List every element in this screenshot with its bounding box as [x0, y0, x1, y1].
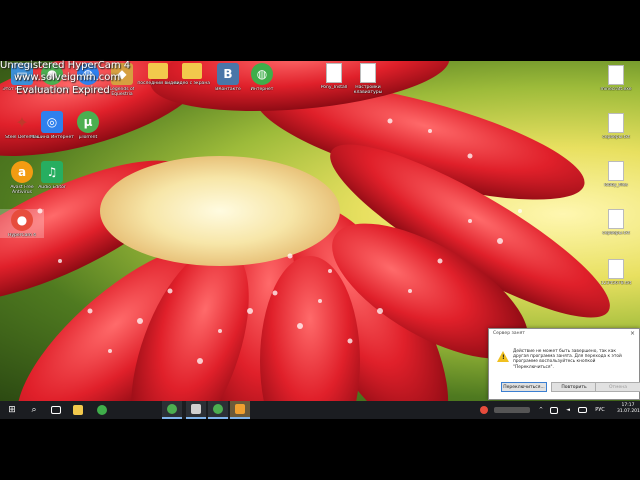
globe-icon	[97, 405, 107, 415]
taskbar: ⊞ ⌕ ^ ◄ РУС 17:17 31.07.201	[0, 401, 640, 419]
document-icon	[608, 161, 624, 181]
letterbox-top	[0, 0, 640, 61]
desktop-icon-internet[interactable]: ◍ Интернет	[240, 63, 284, 92]
network-icon	[550, 406, 558, 414]
desktop-icon-keyboard-settings[interactable]: Настройки клавиатуры	[346, 63, 390, 95]
document-icon	[326, 63, 342, 83]
folder-icon	[182, 63, 202, 79]
taskbar-app-game[interactable]	[230, 401, 250, 419]
desktop-icon-right-doc-2[interactable]: серверы.txt	[594, 113, 638, 140]
taskbar-app-globe[interactable]	[162, 401, 182, 419]
task-view-button[interactable]	[46, 401, 66, 419]
search-icon: ⌕	[31, 405, 37, 415]
document-icon	[608, 113, 624, 133]
desktop-icon-utorrent[interactable]: µ µTorrent	[66, 111, 110, 140]
hypercam-watermark-expired: Evaluation Expired	[16, 85, 110, 96]
dialog-message: Действие не может быть завершено, так ка…	[513, 349, 622, 370]
chevron-up-icon: ^	[538, 407, 544, 413]
taskbar-app-recorder[interactable]	[186, 401, 206, 419]
utorrent-icon: µ	[77, 111, 99, 133]
desktop-icon-right-doc-1[interactable]: minecraft.exe	[594, 65, 638, 92]
start-button[interactable]: ⊞	[2, 401, 22, 419]
music-icon: ♫	[41, 161, 63, 183]
folder-icon	[73, 405, 83, 415]
desktop-icon-audio-editor[interactable]: ♫ Audio Editor	[30, 161, 74, 190]
desktop-icon-hypercam[interactable]: ● HyperCam 4	[0, 209, 44, 238]
desktop-icon-right-doc-3[interactable]: lobby_files	[594, 161, 638, 188]
game-icon	[235, 404, 245, 414]
globe-icon: ◍	[251, 63, 273, 85]
hypercam-watermark-site: www.solveigmm.com	[14, 72, 121, 83]
desktop-icon-right-doc-4[interactable]: серверы.txt	[594, 209, 638, 236]
dialog-title: Сервер занят	[493, 331, 525, 336]
record-icon	[480, 406, 488, 414]
clock-date: 31.07.2016	[617, 409, 640, 414]
dialog-body: ! Действие не может быть завершено, так …	[495, 345, 633, 375]
tray-show-hidden[interactable]: ^	[536, 401, 546, 419]
hypercam-icon: ●	[11, 209, 33, 231]
warning-exclamation: !	[502, 354, 505, 361]
tray-language[interactable]: РУС	[590, 401, 610, 419]
document-icon	[608, 209, 624, 229]
tray-app-icons	[494, 407, 530, 413]
tray-icons[interactable]	[492, 401, 532, 419]
taskbar-file-explorer[interactable]	[68, 401, 88, 419]
folder-icon	[148, 63, 168, 79]
dialog-titlebar[interactable]: Сервер занят ×	[489, 329, 639, 341]
hypercam-watermark-title: Unregistered HyperCam 4	[0, 60, 131, 71]
desktop-icon-right-doc-5[interactable]: 12345678.txt	[594, 259, 638, 286]
document-icon	[608, 259, 624, 279]
battery-icon	[577, 407, 587, 413]
document-icon	[608, 65, 624, 85]
cancel-button[interactable]: Отмена	[595, 382, 640, 392]
server-busy-dialog: Сервер занят × ! Действие не может быть …	[488, 328, 640, 400]
search-button[interactable]: ⌕	[24, 401, 44, 419]
close-icon[interactable]: ×	[630, 330, 635, 337]
taskbar-app-chrome[interactable]	[208, 401, 228, 419]
tray-clock[interactable]: 17:17 31.07.2016	[617, 403, 640, 415]
document-icon	[360, 63, 376, 83]
vk-icon: В	[217, 63, 239, 85]
globe-icon	[167, 404, 177, 414]
retry-button[interactable]: Повторить	[551, 382, 597, 392]
letterbox-bottom	[0, 419, 640, 480]
task-view-icon	[51, 406, 61, 414]
screen: ▭ Этот компьютер ● Google Chrome ◍ WebVo…	[0, 0, 640, 480]
tray-volume[interactable]: ◄	[562, 401, 574, 419]
switch-to-button[interactable]: Переключиться...	[501, 382, 547, 392]
taskbar-internet[interactable]	[92, 401, 112, 419]
tray-hypercam[interactable]	[478, 401, 490, 419]
target-icon: ◎	[41, 111, 63, 133]
chrome-icon	[213, 404, 223, 414]
volume-icon: ◄	[566, 407, 570, 413]
tray-battery[interactable]	[576, 401, 588, 419]
windows-icon: ⊞	[8, 405, 16, 415]
tray-network[interactable]	[548, 401, 560, 419]
recorder-icon	[191, 404, 201, 414]
